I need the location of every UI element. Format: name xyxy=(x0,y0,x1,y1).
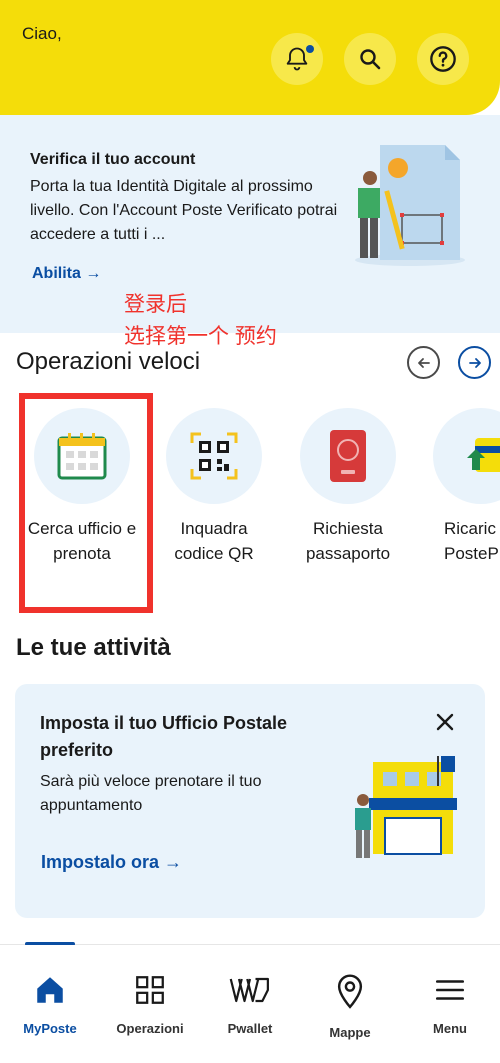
nav-label: Menu xyxy=(433,1021,467,1036)
banner-title: Verifica il tuo account xyxy=(30,151,196,168)
quick-ops-title: Operazioni veloci xyxy=(16,348,201,375)
activities-title: Le tue attività xyxy=(16,634,171,661)
op-icon-bg xyxy=(433,408,500,504)
op-label: Inquadra codice QR xyxy=(174,519,254,563)
nav-label: Operazioni xyxy=(116,1021,184,1036)
op-ricarica-postepay[interactable]: Ricaric PosteP xyxy=(422,408,500,566)
op-label: Ricaric PosteP xyxy=(444,519,499,563)
app-header: Ciao, xyxy=(0,0,500,115)
annotation-highlight-box xyxy=(19,393,153,613)
enable-link[interactable]: Abilita → xyxy=(32,265,101,283)
nav-item-menu[interactable]: Menu xyxy=(400,973,500,1036)
card-icon xyxy=(467,438,500,472)
nav-item-operazioni[interactable]: Operazioni xyxy=(100,973,200,1036)
nav-item-pwallet[interactable]: Pwallet xyxy=(200,973,300,1036)
op-label: Richiesta passaporto xyxy=(305,519,391,563)
help-icon xyxy=(430,46,456,72)
scroll-right-button[interactable] xyxy=(458,346,491,379)
card-text: Sarà più veloce prenotare il tuo appunta… xyxy=(40,773,262,814)
nav-label: Pwallet xyxy=(227,1021,273,1036)
wallet-icon xyxy=(229,977,269,1003)
nav-item-myposte[interactable]: MyPoste xyxy=(0,973,100,1036)
annotation-line-2: 选择第一个 预约 xyxy=(124,325,277,348)
verification-illustration xyxy=(355,145,465,266)
op-icon-bg xyxy=(300,408,396,504)
card-title: Imposta il tuo Ufficio Postale preferito xyxy=(40,713,288,760)
op-icon-bg xyxy=(166,408,262,504)
op-inquadra-qr[interactable]: Inquadra codice QR xyxy=(154,408,274,566)
home-icon xyxy=(37,977,63,1003)
menu-icon xyxy=(435,980,465,1000)
arrow-right-icon xyxy=(468,357,481,368)
close-icon[interactable] xyxy=(433,710,457,734)
annotation-line-1: 登录后 xyxy=(124,293,187,316)
notification-dot xyxy=(306,45,314,53)
arrow-left-icon xyxy=(417,357,430,368)
banner-text: Porta la tua Identità Digitale al prossi… xyxy=(30,178,338,243)
help-button[interactable] xyxy=(417,33,469,85)
post-office-illustration xyxy=(355,756,457,858)
greeting-text: Ciao, xyxy=(22,24,62,43)
op-richiesta-passaporto[interactable]: Richiesta passaporto xyxy=(288,408,408,566)
nav-label: Mappe xyxy=(329,1025,371,1040)
preferred-office-card: Imposta il tuo Ufficio Postale preferito… xyxy=(15,684,485,918)
nav-label: MyPoste xyxy=(23,1021,77,1036)
qr-code-icon xyxy=(190,432,238,480)
search-icon xyxy=(360,49,381,70)
verify-account-banner: Verifica il tuo account Porta la tua Ide… xyxy=(0,115,500,333)
notifications-button[interactable] xyxy=(271,33,323,85)
grid-icon xyxy=(136,976,164,1004)
passport-icon xyxy=(330,430,366,482)
search-button[interactable] xyxy=(344,33,396,85)
scroll-left-button[interactable] xyxy=(407,346,440,379)
set-now-link[interactable]: Impostalo ora → xyxy=(41,852,182,873)
nav-item-mappe[interactable]: Mappe xyxy=(300,973,400,1040)
map-pin-icon xyxy=(337,974,363,1009)
bottom-navigation: MyPoste Operazioni Pwallet Mappe Menu xyxy=(0,945,500,1063)
